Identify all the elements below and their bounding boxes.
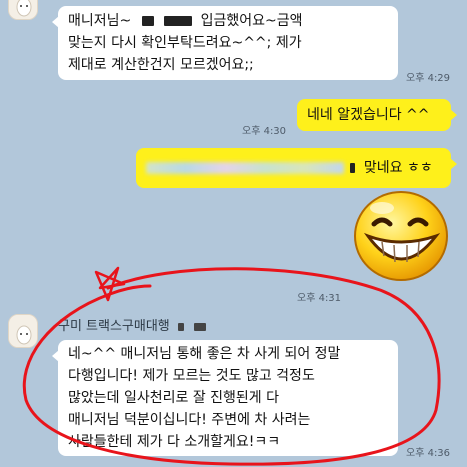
grinning-face-emoticon[interactable]: [352, 190, 450, 282]
message-timestamp: 오후 4:36: [406, 448, 451, 459]
message-text: 네네 알겠습니다 ^^: [307, 107, 430, 123]
message-line: 매니저님~ 입금했어요~금액: [68, 13, 303, 29]
message-line: 다행입니다! 제가 모르는 것도 많고 걱정도: [68, 368, 315, 384]
message-bubble-outgoing[interactable]: 맞네요 ㅎㅎ: [136, 148, 457, 188]
censored-text: [177, 322, 184, 331]
message-line: 매니저님 덕분이십니다! 주변에 차 사려는: [68, 412, 311, 428]
censored-text: [194, 322, 207, 331]
message-line: 네~^^ 매니저님 통해 좋은 차 사게 되어 정말: [68, 346, 341, 362]
censored-name: [164, 16, 193, 26]
message-timestamp: 오후 4:30: [242, 126, 287, 137]
avatar-top[interactable]: [8, 0, 38, 20]
sender-name: 구미 트랙스구매대행: [58, 315, 207, 334]
censored-name: [141, 16, 154, 26]
message-timestamp: 오후 4:29: [406, 73, 451, 84]
message-line: 많았는데 일사천리로 잘 진행된게 다: [68, 390, 279, 406]
censored-text: [350, 163, 356, 173]
message-text: 맞네요 ㅎㅎ: [146, 157, 441, 179]
avatar-sender[interactable]: [8, 314, 38, 348]
avatar-image: [9, 315, 37, 347]
message-line: 맞는지 다시 확인부탁드려요~^^; 제가: [68, 35, 302, 51]
message-line: 제대로 계산한건지 모르겠어요;;: [68, 57, 254, 73]
message-bubble-incoming[interactable]: 네~^^ 매니저님 통해 좋은 차 사게 되어 정말 다행입니다! 제가 모르는…: [52, 340, 398, 456]
avatar-image: [9, 0, 37, 19]
blurred-text: [146, 162, 344, 174]
message-bubble-outgoing[interactable]: 네네 알겠습니다 ^^: [297, 99, 457, 131]
message-timestamp: 오후 4:31: [297, 293, 342, 304]
message-bubble-incoming[interactable]: 매니저님~ 입금했어요~금액 맞는지 다시 확인부탁드려요~^^; 제가 제대로…: [52, 6, 398, 80]
message-line: 사람들한테 제가 다 소개할게요!ㅋㅋ: [68, 434, 281, 450]
